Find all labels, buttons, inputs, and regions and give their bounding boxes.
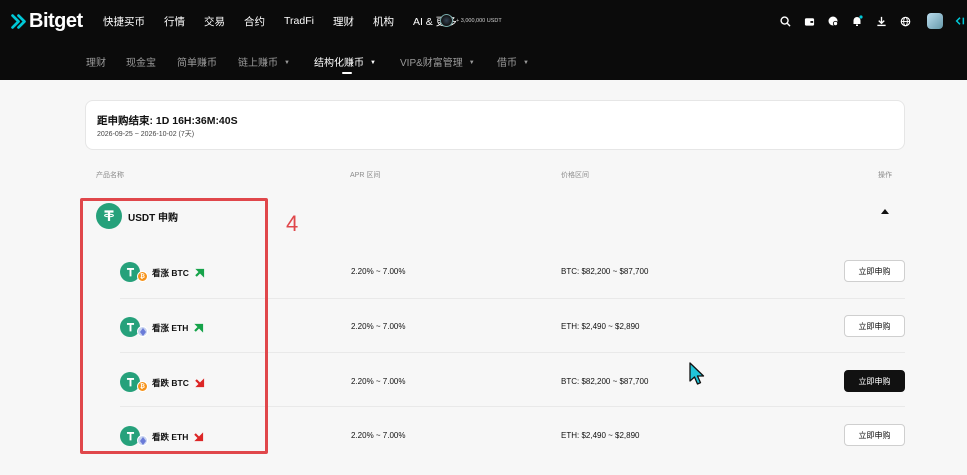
apr-range: 2.20% ~ 7.00%: [351, 377, 406, 386]
subscribe-button[interactable]: 立即申购: [844, 260, 905, 282]
subnav-savings[interactable]: 现金宝: [126, 54, 156, 69]
promo-badge-icon: [440, 14, 453, 27]
row-divider: [120, 406, 905, 407]
main-nav: 快捷买币 行情 交易 合约 TradFi 理财 机构 AI & 更多: [103, 0, 476, 42]
nav-tradfi[interactable]: TradFi: [284, 15, 314, 27]
product-row: 看跌 ETH 2.20% ~ 7.00% ETH: $2,490 ~ $2,89…: [120, 408, 905, 463]
price-range: ETH: $2,490 ~ $2,890: [561, 431, 640, 440]
download-icon[interactable]: [869, 0, 893, 42]
nav-institutional[interactable]: 机构: [373, 14, 394, 29]
subscription-date-range: 2026-09-25 ~ 2026-10-02 (7天): [97, 131, 195, 138]
subnav-vip-wealth[interactable]: VIP&财富管理 ▼: [400, 54, 475, 69]
product-name: 看跌 ETH: [152, 432, 189, 442]
product-row: ₿ 看涨 BTC 2.20% ~ 7.00% BTC: $82,200 ~ $8…: [120, 244, 905, 299]
nav-trade[interactable]: 交易: [204, 14, 225, 29]
trend-down-icon: [195, 378, 204, 388]
mouse-cursor-icon: [689, 362, 705, 385]
subnav-structured-earn[interactable]: 结构化赚币 ▼: [314, 54, 376, 69]
usdt-btc-pair-icon: ₿: [120, 372, 148, 394]
user-avatar[interactable]: [927, 13, 943, 29]
apr-range: 2.20% ~ 7.00%: [351, 267, 406, 276]
countdown-label: 距申购结束: 1D 16H:36M:40S: [97, 115, 238, 127]
header-apr-range: APR 区间: [350, 172, 381, 179]
nav-futures[interactable]: 合约: [244, 14, 265, 29]
subnav-earn[interactable]: 理财: [86, 54, 106, 69]
usdt-btc-pair-icon: ₿: [120, 262, 148, 284]
header-action: 操作: [878, 172, 892, 179]
row-divider: [120, 352, 905, 353]
product-row: 看涨 ETH 2.20% ~ 7.00% ETH: $2,490 ~ $2,89…: [120, 299, 905, 354]
search-icon[interactable]: [773, 0, 797, 42]
promo-banner[interactable]: + 3,000,000 USDT: [440, 14, 502, 27]
header-tools: [773, 0, 967, 42]
group-title: USDT 申购: [128, 212, 178, 224]
bitget-logo[interactable]: Bitget: [10, 10, 83, 33]
nav-earn[interactable]: 理财: [333, 14, 354, 29]
header-price-range: 价格区间: [561, 172, 589, 179]
price-range: BTC: $82,200 ~ $87,700: [561, 267, 649, 276]
subnav-simple-earn[interactable]: 简单赚币: [177, 54, 217, 69]
apr-range: 2.20% ~ 7.00%: [351, 431, 406, 440]
nav-quick-buy[interactable]: 快捷买币: [103, 14, 145, 29]
collapse-caret-icon[interactable]: [881, 209, 889, 214]
subscribe-button[interactable]: 立即申购: [844, 370, 905, 392]
usdt-eth-pair-icon: [120, 426, 148, 448]
apr-range: 2.20% ~ 7.00%: [351, 322, 406, 331]
active-tab-indicator: [342, 72, 352, 74]
subscribe-button[interactable]: 立即申购: [844, 424, 905, 446]
brand-name: Bitget: [29, 10, 83, 32]
chevron-down-icon: ▼: [523, 60, 529, 67]
product-name: 看涨 BTC: [152, 268, 189, 278]
top-navbar: Bitget 快捷买币 行情 交易 合约 TradFi 理财 机构 AI & 更…: [0, 0, 967, 42]
subnav-onchain-earn[interactable]: 链上赚币 ▼: [238, 54, 290, 69]
nav-markets[interactable]: 行情: [164, 14, 185, 29]
notification-bell-icon[interactable]: [845, 0, 869, 42]
expand-sidebar-icon[interactable]: [953, 0, 967, 42]
price-range: ETH: $2,490 ~ $2,890: [561, 322, 640, 331]
chevron-down-icon: ▼: [468, 60, 475, 67]
chevron-down-icon: ▼: [370, 60, 376, 67]
trend-up-icon: [195, 268, 204, 278]
usdt-eth-pair-icon: [120, 317, 148, 339]
earn-sub-nav: 理财 现金宝 简单赚币 链上赚币 ▼ 结构化赚币 ▼ VIP&财富管理 ▼ 借币 ▼: [0, 42, 967, 80]
trend-down-icon: [194, 432, 204, 442]
chevron-down-icon: ▼: [284, 60, 290, 67]
product-row: ₿ 看跌 BTC 2.20% ~ 7.00% BTC: $82,200 ~ $8…: [120, 354, 905, 409]
usdt-icon: [96, 203, 122, 229]
globe-icon[interactable]: [893, 0, 917, 42]
header-product-name: 产品名称: [96, 172, 124, 179]
product-name: 看跌 BTC: [152, 378, 189, 388]
usdt-group-header[interactable]: USDT 申购: [96, 203, 178, 229]
subnav-loans[interactable]: 借币 ▼: [497, 54, 529, 69]
assets-icon[interactable]: [821, 0, 845, 42]
price-range: BTC: $82,200 ~ $87,700: [561, 377, 649, 386]
bitget-logo-icon: [11, 14, 26, 29]
annotation-number: 4: [286, 211, 299, 236]
subscribe-button[interactable]: 立即申购: [844, 315, 905, 337]
product-name: 看涨 ETH: [152, 323, 189, 333]
trend-up-icon: [194, 323, 204, 333]
wallet-icon[interactable]: [797, 0, 821, 42]
promo-text: + 3,000,000 USDT: [456, 17, 502, 24]
subscription-countdown-card: 距申购结束: 1D 16H:36M:40S 2026-09-25 ~ 2026-…: [85, 100, 905, 150]
